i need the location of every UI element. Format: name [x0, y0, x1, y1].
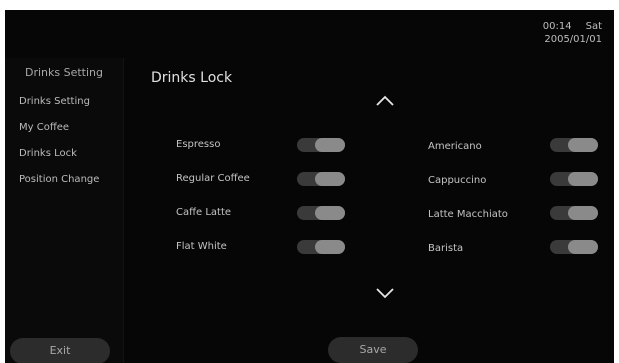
toggle-barista[interactable] [550, 240, 598, 254]
sidebar-item-my-coffee[interactable]: My Coffee [5, 115, 123, 141]
drink-label-cappuccino: Cappuccino [428, 175, 487, 186]
exit-button[interactable]: Exit [10, 338, 110, 363]
save-button[interactable]: Save [328, 337, 418, 363]
toggle-americano[interactable] [550, 138, 598, 152]
toggle-regular-coffee[interactable] [297, 172, 345, 186]
toggle-knob [315, 172, 345, 186]
drink-label-regular-coffee: Regular Coffee [176, 173, 250, 184]
toggle-knob [568, 138, 598, 152]
toggle-flat-white[interactable] [297, 240, 345, 254]
toggle-knob [568, 172, 598, 186]
chevron-down-icon[interactable] [375, 286, 395, 300]
toggle-knob [568, 206, 598, 220]
clock-date: 2005/01/01 [544, 34, 602, 45]
chevron-up-icon[interactable] [375, 94, 395, 108]
toggle-knob [315, 138, 345, 152]
drink-label-caffe-latte: Caffe Latte [176, 207, 232, 218]
toggle-latte-macchiato[interactable] [550, 206, 598, 220]
toggle-knob [315, 240, 345, 254]
sidebar-item-drinks-setting[interactable]: Drinks Setting [5, 89, 123, 115]
toggle-knob [315, 206, 345, 220]
toggle-cappuccino[interactable] [550, 172, 598, 186]
drink-label-espresso: Espresso [176, 139, 221, 150]
sidebar-item-drinks-lock[interactable]: Drinks Lock [5, 141, 123, 167]
drink-label-flat-white: Flat White [176, 241, 227, 252]
page-title: Drinks Lock [151, 70, 233, 86]
drink-label-latte-macchiato: Latte Macchiato [428, 209, 508, 220]
drink-label-barista: Barista [428, 243, 464, 254]
status-clock: 00:14 Sat 2005/01/01 [543, 20, 602, 46]
sidebar: Drinks Setting Drinks Setting My Coffee … [5, 58, 124, 363]
toggle-espresso[interactable] [297, 138, 345, 152]
sidebar-item-position-change[interactable]: Position Change [5, 167, 123, 193]
toggle-caffe-latte[interactable] [297, 206, 345, 220]
app-screen: 00:14 Sat 2005/01/01 Drinks Setting Drink… [5, 10, 614, 363]
toggle-knob [568, 240, 598, 254]
clock-day: Sat [585, 21, 602, 32]
drink-label-americano: Americano [428, 141, 482, 152]
clock-time: 00:14 [542, 21, 572, 32]
sidebar-title: Drinks Setting [24, 66, 103, 79]
